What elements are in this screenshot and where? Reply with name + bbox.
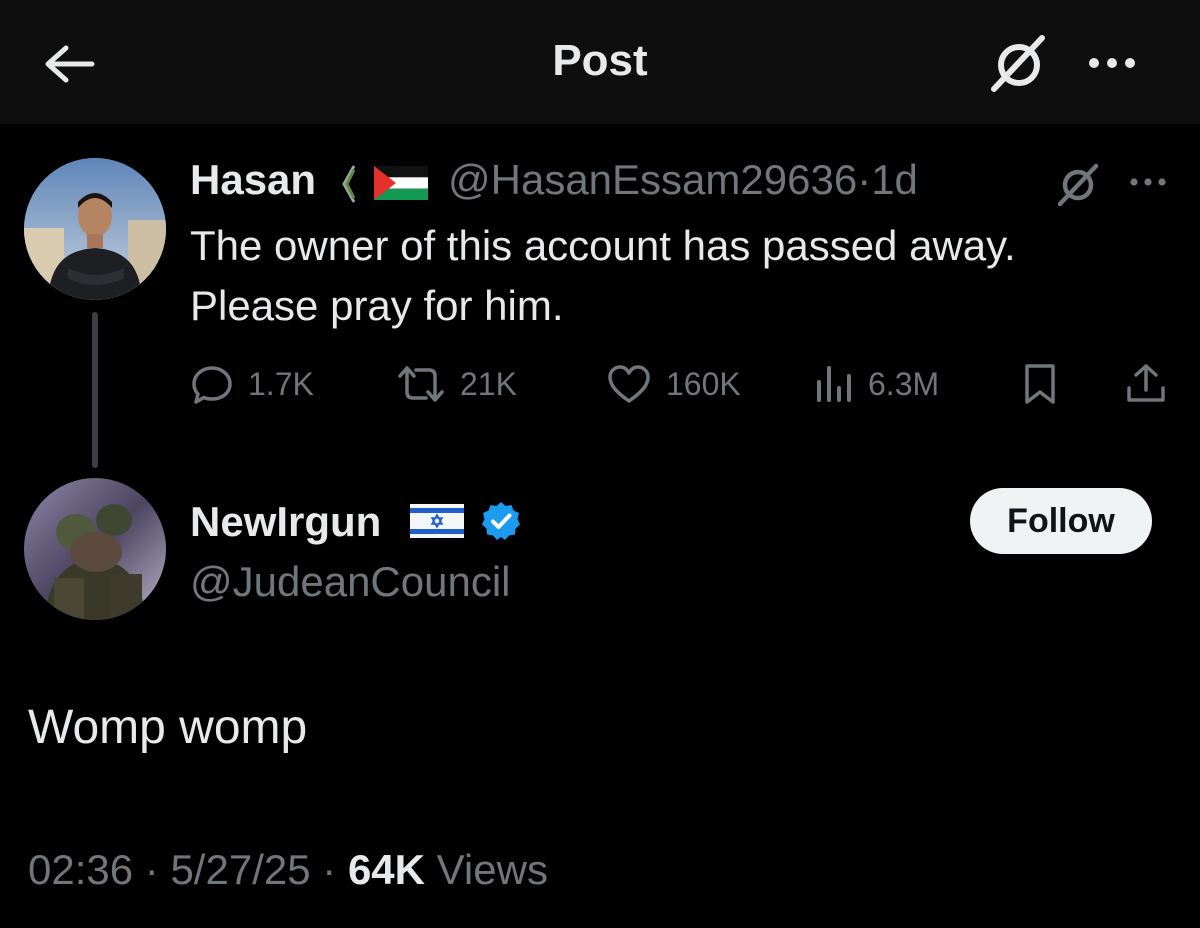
israel-flag-icon [410, 504, 464, 538]
reply-count: 1.7K [248, 365, 314, 402]
grok-icon[interactable] [1054, 160, 1102, 208]
repost-icon [398, 366, 444, 402]
like-count: 160K [666, 365, 741, 402]
handle-text: @HasanEssam29636 [448, 156, 858, 203]
share-icon [1127, 364, 1165, 402]
views-count: 64K [347, 846, 425, 893]
post-text-line: The owner of this account has passed awa… [190, 222, 1016, 269]
watermelon-emoji [342, 165, 356, 203]
share-button[interactable] [1124, 360, 1168, 408]
separator-dot: · [857, 156, 872, 203]
follow-button[interactable]: Follow [970, 488, 1152, 554]
views-label: Views [436, 846, 548, 893]
like-button[interactable]: 160K [606, 360, 741, 408]
top-bar: Post [0, 0, 1200, 124]
avatar-newirgun[interactable] [24, 478, 166, 620]
repost-count: 21K [460, 365, 517, 402]
palestine-flag-icon [374, 166, 428, 200]
grok-icon[interactable] [988, 32, 1050, 94]
arrow-left-icon[interactable] [40, 42, 96, 86]
bookmark-button[interactable] [1022, 360, 1058, 408]
avatar-photo [24, 158, 166, 300]
author-handle[interactable]: @JudeanCouncil [190, 558, 511, 606]
post-age: 1d [871, 156, 918, 203]
post-text: Womp womp [28, 701, 308, 754]
author-name[interactable]: NewIrgun [190, 498, 381, 546]
post-time[interactable]: 02:36 [28, 846, 133, 893]
separator-dot: · [322, 846, 337, 893]
views-button[interactable]: 6.3M [814, 360, 939, 408]
avatar-photo [24, 478, 166, 620]
post-text-line: Please pray for him. [190, 282, 564, 329]
analytics-icon [817, 366, 851, 402]
bookmark-icon [1025, 364, 1055, 404]
more-horizontal-icon[interactable] [1084, 48, 1140, 78]
reply-button[interactable]: 1.7K [190, 360, 314, 408]
repost-button[interactable]: 21K [396, 360, 517, 408]
separator-dot: · [144, 846, 159, 893]
verified-badge-icon [482, 502, 520, 540]
thread-connector-line [92, 312, 98, 468]
author-name[interactable]: Hasan [190, 156, 316, 204]
post-text: The owner of this account has passed awa… [190, 216, 1170, 336]
post-date[interactable]: 5/27/25 [170, 846, 310, 893]
author-handle[interactable]: @HasanEssam29636·1d [448, 156, 918, 204]
avatar-hasan[interactable] [24, 158, 166, 300]
views-count: 6.3M [868, 365, 940, 402]
heart-icon [608, 365, 650, 403]
reply-icon [192, 366, 232, 404]
post-metadata: 02:36 · 5/27/25 · 64K Views [28, 846, 548, 894]
more-horizontal-icon[interactable] [1126, 168, 1170, 196]
